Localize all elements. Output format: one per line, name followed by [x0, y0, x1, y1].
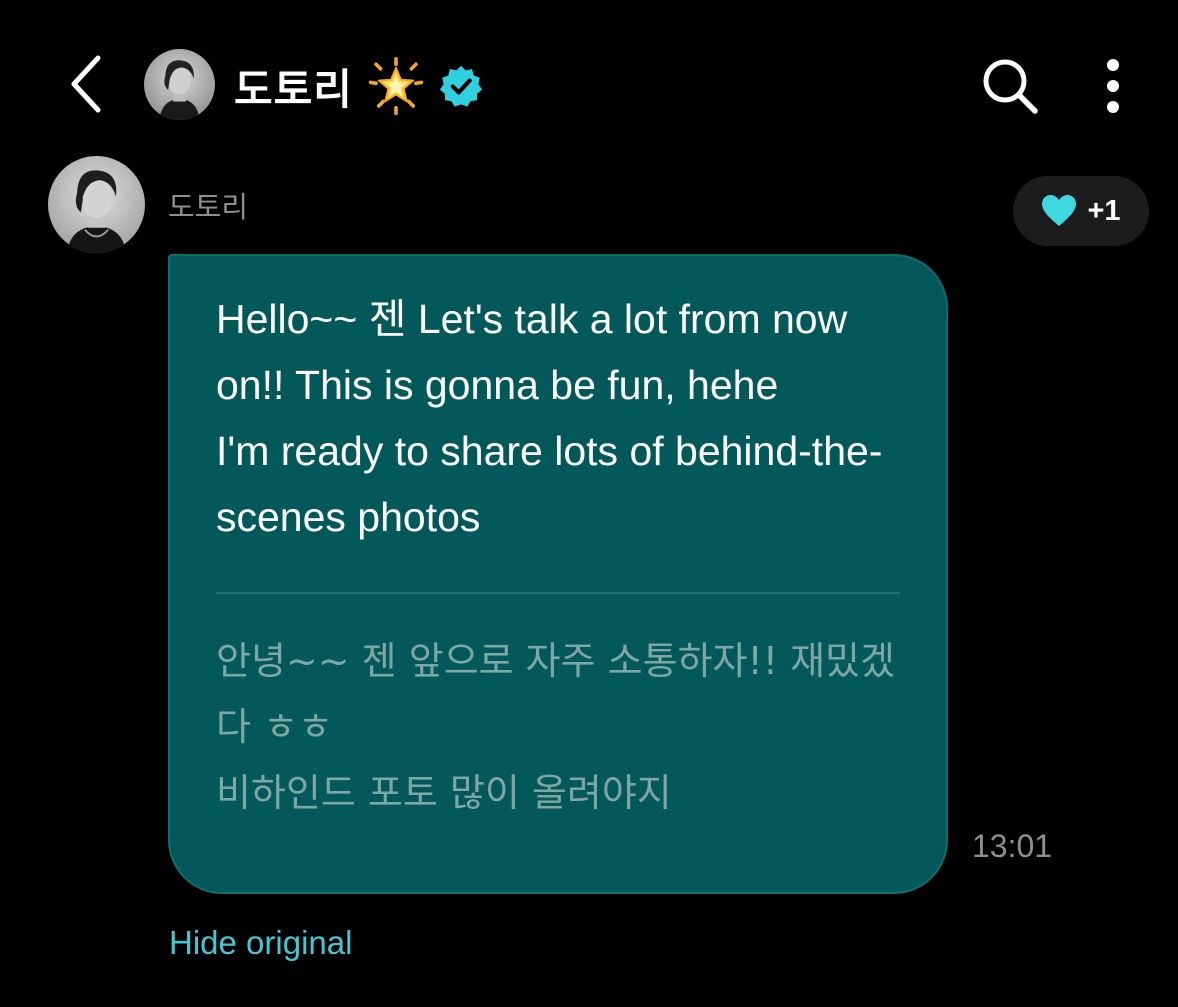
chevron-left-icon [71, 55, 101, 113]
original-message-text: 안녕~~ 젠 앞으로 자주 소통하자!! 재밌겠다 ㅎㅎ 비하인드 포토 많이 … [216, 639, 895, 815]
header-title: 도토리 [234, 57, 483, 115]
glowing-star-icon [368, 57, 424, 115]
back-button[interactable] [56, 52, 116, 116]
avatar-image [144, 49, 215, 120]
avatar-image [48, 156, 145, 253]
verified-badge-icon [439, 65, 483, 107]
translation-divider [216, 592, 900, 594]
sender-avatar[interactable] [48, 156, 145, 253]
reaction-button[interactable]: +1 [1013, 176, 1149, 246]
hide-original-link[interactable]: Hide original [169, 924, 352, 962]
header-avatar[interactable] [144, 49, 215, 120]
more-options-button[interactable] [1090, 54, 1136, 118]
message-bubble[interactable]: Hello~~ 젠 Let's talk a lot from now on!!… [168, 254, 948, 894]
search-icon [983, 59, 1038, 114]
chat-header: 도토리 [0, 0, 1178, 170]
reaction-count: +1 [1087, 194, 1121, 227]
more-vertical-icon [1107, 59, 1119, 113]
sender-name: 도토리 [168, 190, 249, 224]
page-title: 도토리 [234, 64, 353, 114]
message-timestamp: 13:01 [972, 828, 1053, 864]
heart-icon [1042, 195, 1077, 226]
search-button[interactable] [978, 54, 1042, 118]
translated-message-text: Hello~~ 젠 Let's talk a lot from now on!!… [216, 296, 883, 540]
